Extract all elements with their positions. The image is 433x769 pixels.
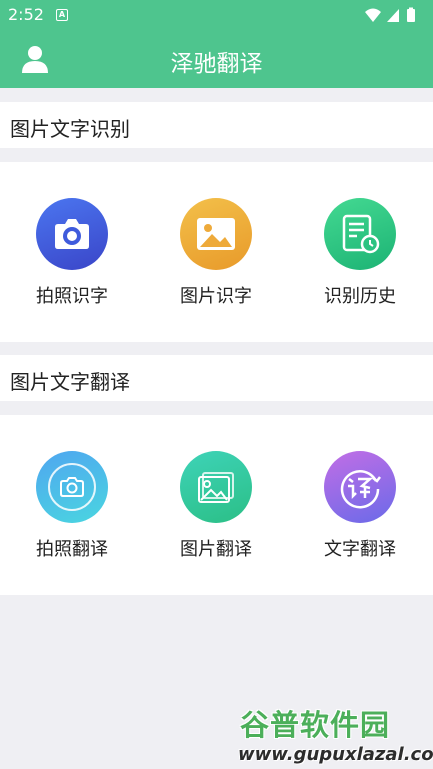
tile-recognition-history[interactable]: 识别历史 — [305, 198, 415, 310]
watermark-url: www.gupuxlazal.com — [238, 744, 433, 765]
app-title: 泽驰翻译 — [170, 51, 263, 77]
tile-image-translate[interactable]: 图片翻译 — [161, 451, 271, 563]
status-bar: 2:52 A — [0, 0, 433, 30]
tile-label: 文字翻译 — [324, 539, 396, 560]
wifi-icon — [365, 8, 381, 22]
app-bar: 泽驰翻译 — [0, 30, 433, 88]
tile-label: 拍照翻译 — [36, 539, 108, 560]
section-header-translation: 图片文字翻译 — [0, 355, 433, 401]
history-icon — [324, 198, 396, 270]
tile-photo-recognize[interactable]: 拍照识字 — [17, 198, 127, 310]
tile-image-recognize[interactable]: 图片识字 — [161, 198, 271, 310]
signal-icon — [387, 9, 399, 22]
status-time: 2:52 — [8, 5, 44, 24]
tile-label: 图片识字 — [180, 286, 252, 307]
translation-grid: 拍照翻译 图片翻译 文字翻译 — [0, 415, 433, 595]
tile-label: 图片翻译 — [180, 539, 252, 560]
camera-outline-icon — [36, 451, 108, 523]
watermark-title: 谷普软件园 — [240, 708, 391, 742]
translate-char-icon — [324, 451, 396, 523]
watermark: 谷普软件园 www.gupuxlazal.com — [236, 700, 433, 766]
recognition-grid: 拍照识字 图片识字 识别历史 — [0, 162, 433, 342]
battery-icon — [407, 9, 415, 22]
notification-icon: A — [56, 9, 68, 21]
section-title: 图片文字识别 — [10, 117, 130, 141]
status-icons — [365, 7, 415, 22]
section-header-recognition: 图片文字识别 — [0, 102, 433, 148]
tile-label: 拍照识字 — [36, 286, 108, 307]
tile-photo-translate[interactable]: 拍照翻译 — [17, 451, 127, 563]
tile-text-translate[interactable]: 文字翻译 — [305, 451, 415, 563]
section-title: 图片文字翻译 — [10, 370, 130, 394]
image-icon — [180, 198, 252, 270]
image-outline-icon — [180, 451, 252, 523]
camera-icon — [36, 198, 108, 270]
tile-label: 识别历史 — [324, 286, 396, 307]
